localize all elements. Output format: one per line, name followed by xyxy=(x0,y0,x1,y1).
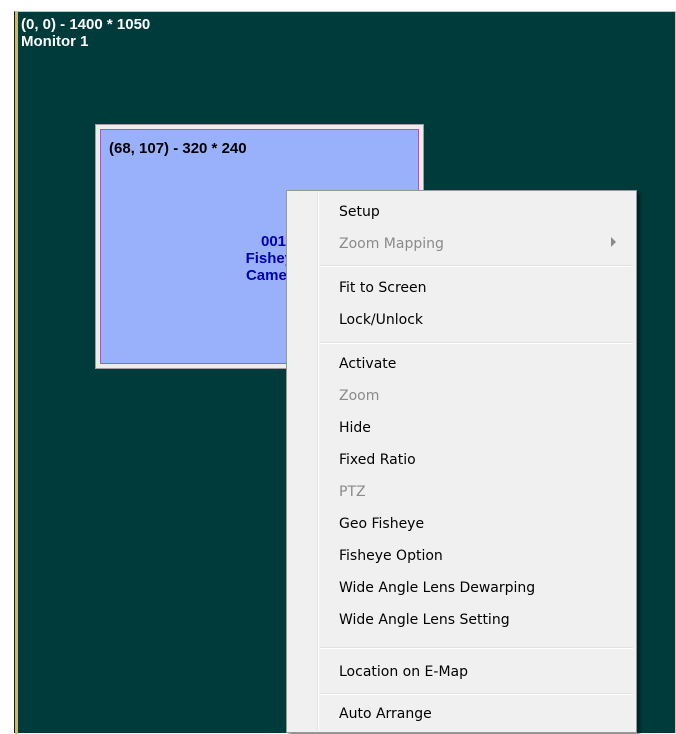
menu-item-label: Zoom xyxy=(339,388,380,404)
context-menu: Setup Zoom Mapping Fit to Screen Lock/Un… xyxy=(286,190,637,733)
menu-separator xyxy=(320,265,633,267)
menu-item-activate[interactable]: Activate xyxy=(289,349,634,379)
monitor-coords: (0, 0) - 1400 * 1050 xyxy=(21,16,151,33)
menu-item-ptz[interactable]: PTZ xyxy=(289,477,634,507)
menu-item-location-emap[interactable]: Location on E-Map xyxy=(289,657,634,687)
menu-item-label: Location on E-Map xyxy=(339,664,468,680)
monitor-info: (0, 0) - 1400 * 1050 Monitor 1 xyxy=(21,16,150,50)
menu-item-label: Lock/Unlock xyxy=(339,312,424,328)
screen-frame: (0, 0) - 1400 * 1050 Monitor 1 (68, 107)… xyxy=(0,0,676,734)
menu-item-setup[interactable]: Setup xyxy=(289,197,634,227)
menu-separator xyxy=(320,342,633,344)
menu-item-hide[interactable]: Hide xyxy=(289,413,634,443)
menu-separator xyxy=(320,693,633,695)
menu-item-zoom[interactable]: Zoom xyxy=(289,381,634,411)
menu-item-fit-to-screen[interactable]: Fit to Screen xyxy=(289,273,634,303)
menu-item-auto-arrange[interactable]: Auto Arrange xyxy=(289,699,634,729)
menu-item-geo-fisheye[interactable]: Geo Fisheye xyxy=(289,509,634,539)
menu-item-wide-angle-dewarping[interactable]: Wide Angle Lens Dewarping xyxy=(289,573,634,603)
monitor-name: Monitor 1 xyxy=(21,33,89,50)
menu-item-label: Zoom Mapping xyxy=(339,236,444,252)
menu-item-label: Fit to Screen xyxy=(339,280,427,296)
menu-item-lock-unlock[interactable]: Lock/Unlock xyxy=(289,305,634,335)
menu-item-label: Setup xyxy=(339,204,380,220)
menu-item-zoom-mapping[interactable]: Zoom Mapping xyxy=(289,229,634,259)
menu-separator xyxy=(320,647,633,649)
menu-item-fixed-ratio[interactable]: Fixed Ratio xyxy=(289,445,634,475)
menu-item-label: Geo Fisheye xyxy=(339,516,425,532)
monitor-edge xyxy=(15,12,18,734)
submenu-arrow-icon xyxy=(611,237,616,247)
menu-item-label: Fixed Ratio xyxy=(339,452,416,468)
menu-item-label: Wide Angle Lens Setting xyxy=(339,612,510,628)
menu-item-fisheye-option[interactable]: Fisheye Option xyxy=(289,541,634,571)
camera-coords: (68, 107) - 320 * 240 xyxy=(109,140,247,157)
menu-item-label: Activate xyxy=(339,356,397,372)
menu-item-label: Hide xyxy=(339,420,371,436)
menu-item-label: Wide Angle Lens Dewarping xyxy=(339,580,536,596)
menu-item-label: PTZ xyxy=(339,484,366,500)
menu-item-label: Auto Arrange xyxy=(339,706,432,722)
menu-item-wide-angle-setting[interactable]: Wide Angle Lens Setting xyxy=(289,605,634,635)
menu-item-label: Fisheye Option xyxy=(339,548,443,564)
